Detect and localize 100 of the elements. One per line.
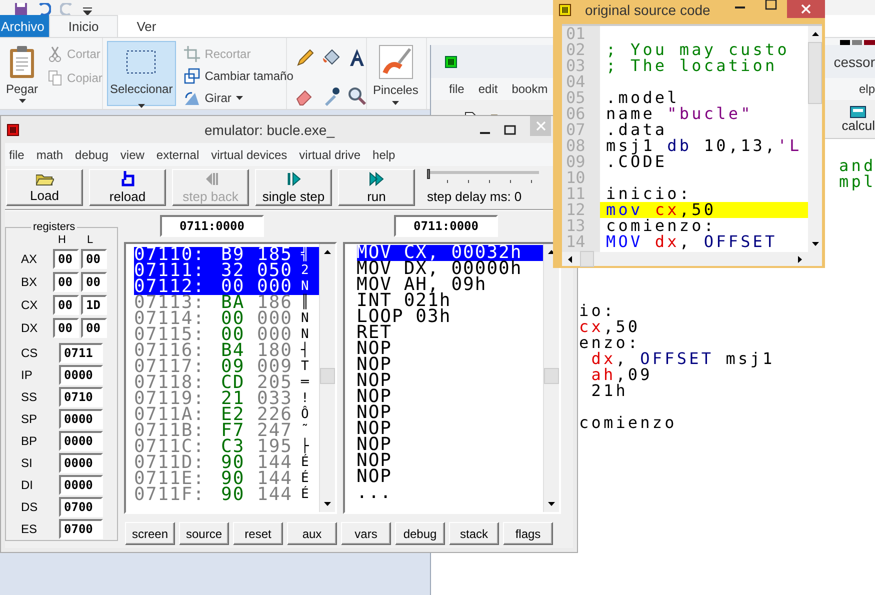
memory-row[interactable]: 07111: 32 050 2 [134, 263, 318, 279]
menu-item[interactable]: edit [478, 82, 498, 96]
menu-item[interactable]: virtual devices [211, 148, 288, 162]
load-button[interactable]: Load [6, 169, 83, 206]
instruction-row[interactable]: MOV DX, 00000h [356, 261, 543, 277]
menu-item[interactable]: external [156, 148, 200, 162]
register-field[interactable]: 00 [81, 318, 107, 338]
panel-button[interactable]: vars [341, 522, 391, 545]
scroll-thumb[interactable] [544, 368, 559, 384]
register-field[interactable]: 0000 [59, 475, 103, 495]
memory-row[interactable]: 0711D: 90 144 É [134, 455, 318, 471]
brushes-button[interactable]: Pinceles [371, 41, 420, 106]
menu-item[interactable]: bookm [512, 82, 548, 96]
register-field[interactable]: 00 [81, 272, 107, 292]
panel-button[interactable]: debug [395, 522, 445, 545]
instruction-row[interactable]: RET [356, 325, 543, 341]
register-field[interactable]: 0700 [59, 497, 103, 517]
memory-row[interactable]: 07113: BA 186 ║ [134, 295, 318, 311]
maximize-icon[interactable] [765, 0, 777, 10]
close-button[interactable] [787, 0, 825, 18]
text-icon[interactable] [347, 48, 367, 68]
memory-row[interactable]: 07116: B4 180 ┤ [134, 343, 318, 359]
register-field[interactable]: 00 [53, 318, 79, 338]
menu-item[interactable]: math [36, 148, 64, 162]
instruction-row[interactable]: NOP [356, 373, 543, 389]
register-field[interactable]: 0000 [59, 365, 103, 385]
paste-button[interactable]: Pegar [4, 41, 40, 106]
single-step-button[interactable]: single step [255, 169, 332, 206]
instruction-row[interactable]: NOP [356, 389, 543, 405]
memory-row[interactable]: 07114: 00 000 N [134, 311, 318, 327]
scroll-thumb[interactable] [808, 42, 822, 104]
instruction-row[interactable]: NOP [356, 357, 543, 373]
register-field[interactable]: 0710 [59, 387, 103, 407]
memory-row[interactable]: 0711A: E2 226 Ô [134, 407, 318, 423]
panel-button[interactable]: screen [125, 522, 175, 545]
menu-item[interactable]: help [372, 148, 396, 162]
memory-row[interactable]: 07118: CD 205 ═ [134, 375, 318, 391]
panel-button[interactable]: aux [287, 522, 337, 545]
instruction-row[interactable]: ... [356, 485, 543, 501]
vertical-scrollbar[interactable] [543, 244, 559, 512]
register-field[interactable]: 00 [53, 272, 79, 292]
memory-row[interactable]: 0711E: 90 144 É [134, 471, 318, 487]
memory-row[interactable]: 0711F: 90 144 É [134, 487, 318, 503]
reload-button[interactable]: reload [89, 169, 166, 206]
rotate-button[interactable]: Girar [182, 89, 296, 107]
register-field[interactable]: 0711 [59, 343, 103, 363]
memory-row[interactable]: 0711C: C3 195 ├ [134, 439, 318, 455]
slider-thumb[interactable] [427, 169, 430, 179]
menu-item[interactable]: elp [858, 82, 875, 96]
vertical-scrollbar[interactable] [318, 244, 334, 512]
register-field[interactable]: 00 [81, 248, 107, 268]
instruction-row[interactable]: NOP [356, 453, 543, 469]
down-arrow-icon[interactable] [548, 502, 555, 506]
address-field[interactable]: 0711:0000 [394, 215, 498, 237]
register-field[interactable]: 1D [81, 294, 107, 314]
panel-button[interactable]: stack [449, 522, 499, 545]
register-field[interactable]: 00 [53, 294, 79, 314]
instruction-row[interactable]: MOV AH, 09h [356, 277, 543, 293]
magnifier-icon[interactable] [347, 86, 367, 106]
menu-item[interactable]: file [449, 82, 464, 96]
select-button[interactable]: Seleccionar [107, 41, 176, 106]
minimize-icon[interactable] [735, 6, 745, 9]
panel-button[interactable]: reset [233, 522, 283, 545]
instruction-row[interactable]: INT 021h [356, 293, 543, 309]
panel-button[interactable]: source [179, 522, 229, 545]
up-arrow-icon[interactable] [812, 32, 818, 36]
register-field[interactable]: 0000 [59, 431, 103, 451]
scroll-thumb[interactable] [320, 368, 334, 384]
instruction-row[interactable]: NOP [356, 405, 543, 421]
instruction-row[interactable]: NOP [356, 437, 543, 453]
right-arrow-icon[interactable] [798, 256, 802, 262]
up-arrow-icon[interactable] [324, 250, 330, 254]
calculator-button[interactable]: calcul [842, 106, 875, 132]
instruction-row[interactable]: NOP [356, 341, 543, 357]
pencil-icon[interactable] [295, 48, 315, 68]
menu-item[interactable]: debug [75, 148, 108, 162]
ribbon-tab[interactable]: Inicio [49, 15, 118, 37]
panel-button[interactable]: flags [503, 522, 553, 545]
menu-item[interactable]: view [120, 148, 144, 162]
memory-row[interactable]: 0711B: F7 247 ˜ [134, 423, 318, 439]
register-field[interactable]: 00 [53, 248, 79, 268]
scroll-thumb[interactable] [580, 251, 594, 267]
instruction-row[interactable]: NOP [356, 469, 543, 485]
file-tab[interactable]: Archivo [0, 15, 50, 37]
address-field[interactable]: 0711:0000 [160, 215, 264, 237]
maximize-icon[interactable] [504, 124, 516, 134]
instruction-row[interactable]: MOV CX, 00032h [356, 245, 543, 261]
register-field[interactable]: 0000 [59, 409, 103, 429]
memory-row[interactable]: 07115: 00 000 N [134, 327, 318, 343]
down-arrow-icon[interactable] [812, 242, 818, 246]
left-arrow-icon[interactable] [568, 256, 572, 262]
run-button[interactable]: run [338, 169, 415, 206]
menu-item[interactable]: file [9, 148, 24, 162]
memory-row[interactable]: 07112: 00 000 N [134, 279, 318, 295]
resize-button[interactable]: Cambiar tamaño [182, 67, 296, 85]
memory-row[interactable]: 07119: 21 033 ! [134, 391, 318, 407]
register-field[interactable]: 0000 [59, 453, 103, 473]
register-field[interactable]: 0700 [59, 519, 103, 539]
down-arrow-icon[interactable] [324, 502, 330, 506]
memory-row[interactable]: 07117: 09 009 T [134, 359, 318, 375]
